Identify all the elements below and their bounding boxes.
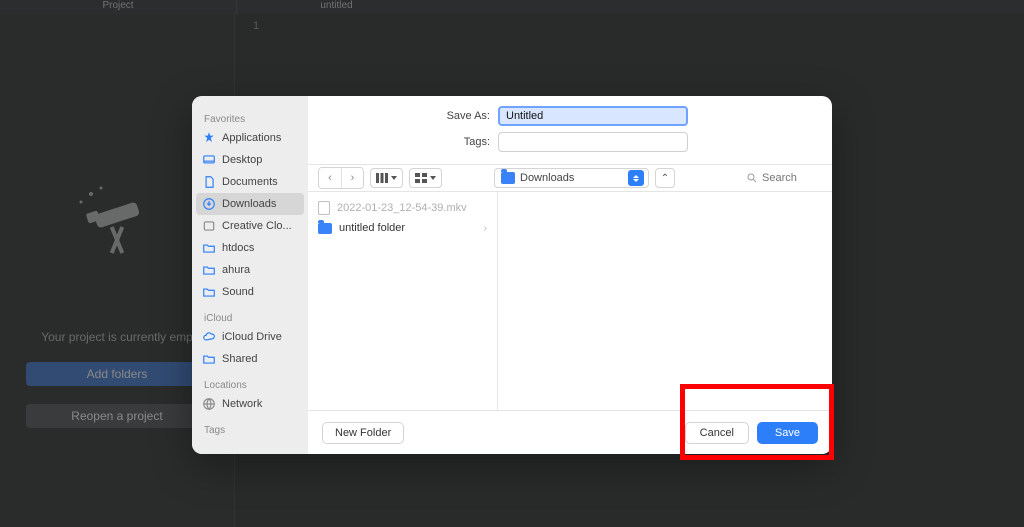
cloud-icon bbox=[202, 330, 216, 344]
dialog-sidebar: Favorites Applications Desktop Documents… bbox=[192, 96, 308, 454]
chevron-left-icon: ‹ bbox=[328, 172, 332, 184]
sidebar-header-tags: Tags bbox=[192, 421, 308, 438]
sidebar-item-label: iCloud Drive bbox=[222, 331, 282, 343]
file-name: 2022-01-23_12-54-39.mkv bbox=[337, 202, 467, 214]
location-selector[interactable]: Downloads bbox=[494, 168, 649, 188]
file-row[interactable]: untitled folder › bbox=[308, 218, 497, 238]
chevron-right-icon: › bbox=[351, 172, 355, 184]
sidebar-item-label: Shared bbox=[222, 353, 257, 365]
sidebar-header-favorites: Favorites bbox=[192, 110, 308, 127]
sidebar-item-label: Sound bbox=[222, 286, 254, 298]
dialog-main: Save As: Tags: ‹ › bbox=[308, 96, 832, 454]
save-as-input[interactable] bbox=[498, 106, 688, 126]
location-label: Downloads bbox=[520, 172, 574, 184]
sidebar-item-label: htdocs bbox=[222, 242, 254, 254]
updown-icon bbox=[628, 170, 644, 186]
file-row[interactable]: 2022-01-23_12-54-39.mkv bbox=[308, 198, 497, 218]
sidebar-item-htdocs[interactable]: htdocs bbox=[192, 237, 308, 259]
sidebar-item-icloud-drive[interactable]: iCloud Drive bbox=[192, 326, 308, 348]
nav-forward-button[interactable]: › bbox=[341, 168, 363, 188]
save-as-label: Save As: bbox=[318, 110, 490, 122]
save-button[interactable]: Save bbox=[757, 422, 818, 444]
sidebar-item-network[interactable]: Network bbox=[192, 393, 308, 415]
tags-input[interactable] bbox=[498, 132, 688, 152]
cancel-button[interactable]: Cancel bbox=[685, 422, 749, 444]
applications-icon bbox=[202, 131, 216, 145]
chevron-down-icon bbox=[430, 176, 436, 180]
documents-icon bbox=[202, 175, 216, 189]
dialog-fields: Save As: Tags: bbox=[308, 96, 832, 164]
chevron-up-icon: ⌃ bbox=[661, 173, 669, 184]
sidebar-item-label: Applications bbox=[222, 132, 281, 144]
creative-cloud-icon bbox=[202, 219, 216, 233]
dialog-toolbar: ‹ › Downloads ⌃ bbox=[308, 164, 832, 192]
chevron-right-icon: › bbox=[484, 223, 487, 234]
folder-icon bbox=[202, 241, 216, 255]
sidebar-item-downloads[interactable]: Downloads bbox=[196, 193, 304, 215]
sidebar-item-desktop[interactable]: Desktop bbox=[192, 149, 308, 171]
sidebar-item-label: ahura bbox=[222, 264, 250, 276]
search-field[interactable] bbox=[746, 172, 822, 184]
folder-icon bbox=[501, 172, 515, 184]
collapse-button[interactable]: ⌃ bbox=[655, 168, 675, 188]
file-column-empty bbox=[498, 192, 832, 410]
grid-icon bbox=[415, 173, 427, 183]
search-icon bbox=[746, 172, 758, 184]
sidebar-item-label: Documents bbox=[222, 176, 278, 188]
downloads-icon bbox=[202, 197, 216, 211]
columns-icon bbox=[376, 173, 388, 183]
sidebar-item-documents[interactable]: Documents bbox=[192, 171, 308, 193]
sidebar-item-label: Desktop bbox=[222, 154, 262, 166]
sidebar-item-applications[interactable]: Applications bbox=[192, 127, 308, 149]
search-input[interactable] bbox=[762, 172, 822, 184]
sidebar-item-sound[interactable]: Sound bbox=[192, 281, 308, 303]
view-columns-button[interactable] bbox=[370, 168, 403, 188]
sidebar-item-label: Creative Clo... bbox=[222, 220, 292, 232]
dialog-footer: New Folder Cancel Save bbox=[308, 410, 832, 454]
save-dialog: Favorites Applications Desktop Documents… bbox=[192, 96, 832, 454]
chevron-down-icon bbox=[391, 176, 397, 180]
shared-folder-icon bbox=[202, 352, 216, 366]
file-column: 2022-01-23_12-54-39.mkv untitled folder … bbox=[308, 192, 498, 410]
desktop-icon bbox=[202, 153, 216, 167]
nav-buttons: ‹ › bbox=[318, 167, 364, 189]
sidebar-item-label: Downloads bbox=[222, 198, 276, 210]
nav-back-button[interactable]: ‹ bbox=[319, 168, 341, 188]
sidebar-header-locations: Locations bbox=[192, 376, 308, 393]
folder-icon bbox=[318, 223, 332, 234]
new-folder-button[interactable]: New Folder bbox=[322, 422, 404, 444]
sidebar-item-label: Network bbox=[222, 398, 262, 410]
file-browser: 2022-01-23_12-54-39.mkv untitled folder … bbox=[308, 192, 832, 410]
folder-icon bbox=[202, 263, 216, 277]
folder-icon bbox=[202, 285, 216, 299]
tags-label: Tags: bbox=[318, 136, 490, 148]
view-grid-button[interactable] bbox=[409, 168, 442, 188]
network-icon bbox=[202, 397, 216, 411]
sidebar-header-icloud: iCloud bbox=[192, 309, 308, 326]
sidebar-item-shared[interactable]: Shared bbox=[192, 348, 308, 370]
sidebar-item-ahura[interactable]: ahura bbox=[192, 259, 308, 281]
document-icon bbox=[318, 201, 330, 215]
file-name: untitled folder bbox=[339, 222, 405, 234]
sidebar-item-creative-cloud[interactable]: Creative Clo... bbox=[192, 215, 308, 237]
